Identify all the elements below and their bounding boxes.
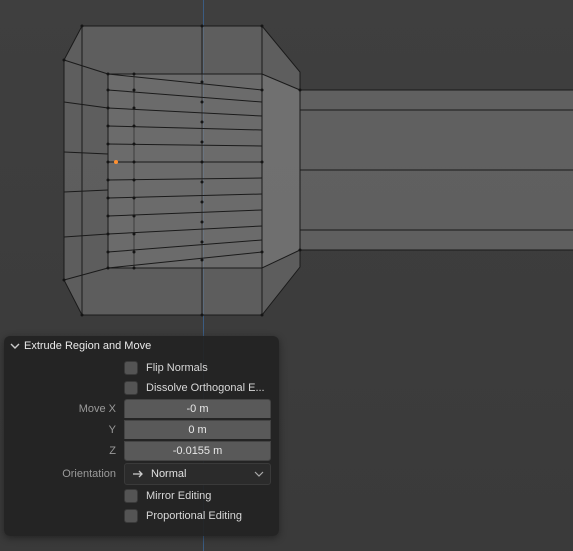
- dissolve-checkbox[interactable]: [124, 381, 138, 395]
- panel-title: Extrude Region and Move: [24, 340, 151, 352]
- flip-normals-label: Flip Normals: [142, 362, 208, 374]
- move-z-label: Z: [4, 445, 120, 457]
- operator-panel: Extrude Region and Move Flip Normals Dis…: [4, 336, 279, 536]
- flip-normals-checkbox[interactable]: [124, 361, 138, 375]
- chevron-down-icon: [254, 469, 264, 479]
- chevron-down-icon: [10, 341, 20, 351]
- mirror-editing-label: Mirror Editing: [142, 490, 211, 502]
- move-y-label: Y: [4, 424, 120, 436]
- mirror-editing-checkbox[interactable]: [124, 489, 138, 503]
- proportional-editing-checkbox[interactable]: [124, 509, 138, 523]
- move-y-field[interactable]: 0 m: [124, 420, 271, 439]
- move-x-label: Move X: [4, 403, 120, 415]
- move-x-field[interactable]: -0 m: [124, 399, 271, 418]
- mesh-wireframe: [52, 12, 573, 332]
- move-z-field[interactable]: -0.0155 m: [124, 441, 271, 461]
- proportional-editing-label: Proportional Editing: [142, 510, 242, 522]
- panel-header[interactable]: Extrude Region and Move: [4, 336, 279, 358]
- orientation-dropdown[interactable]: Normal: [124, 463, 271, 485]
- dissolve-label: Dissolve Orthogonal E...: [142, 382, 265, 394]
- orientation-value: Normal: [151, 468, 186, 480]
- orientation-icon: [131, 467, 145, 481]
- orientation-label: Orientation: [4, 468, 120, 480]
